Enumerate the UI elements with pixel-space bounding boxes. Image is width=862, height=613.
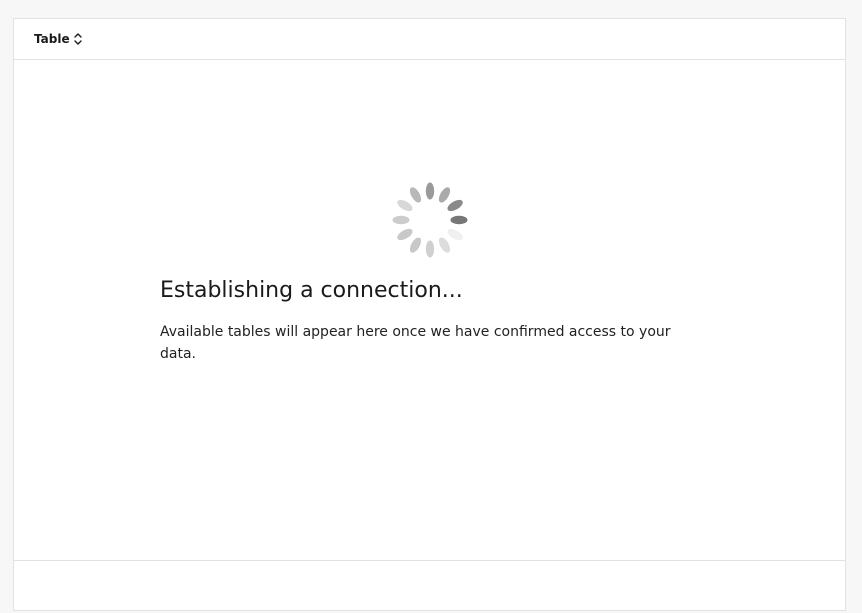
spinner-petal — [409, 237, 422, 253]
loading-description: Available tables will appear here once w… — [160, 324, 671, 362]
loading-title: Establishing a connection... — [160, 278, 463, 303]
spinner-petal — [425, 182, 435, 200]
spinner-petal — [397, 228, 413, 241]
spinner-petal — [425, 240, 435, 258]
spinner-petal — [409, 187, 422, 203]
panel-footer — [14, 560, 845, 610]
spinner-petal — [450, 215, 468, 225]
chevron-up-down-icon — [73, 32, 83, 46]
loading-spinner-icon — [390, 180, 470, 260]
table-sort-button[interactable]: Table — [34, 32, 83, 46]
spinner-petal — [447, 199, 463, 212]
panel-body: Establishing a connection... Available t… — [14, 60, 845, 561]
tables-panel: Table Establishing a connection... Avail… — [13, 18, 846, 611]
panel-header: Table — [14, 19, 845, 60]
spinner-petal — [438, 187, 451, 203]
table-sort-label: Table — [34, 32, 70, 46]
spinner-petal — [392, 215, 410, 225]
spinner-petal — [447, 228, 463, 241]
spinner-petal — [397, 199, 413, 212]
spinner-petal — [438, 237, 451, 253]
